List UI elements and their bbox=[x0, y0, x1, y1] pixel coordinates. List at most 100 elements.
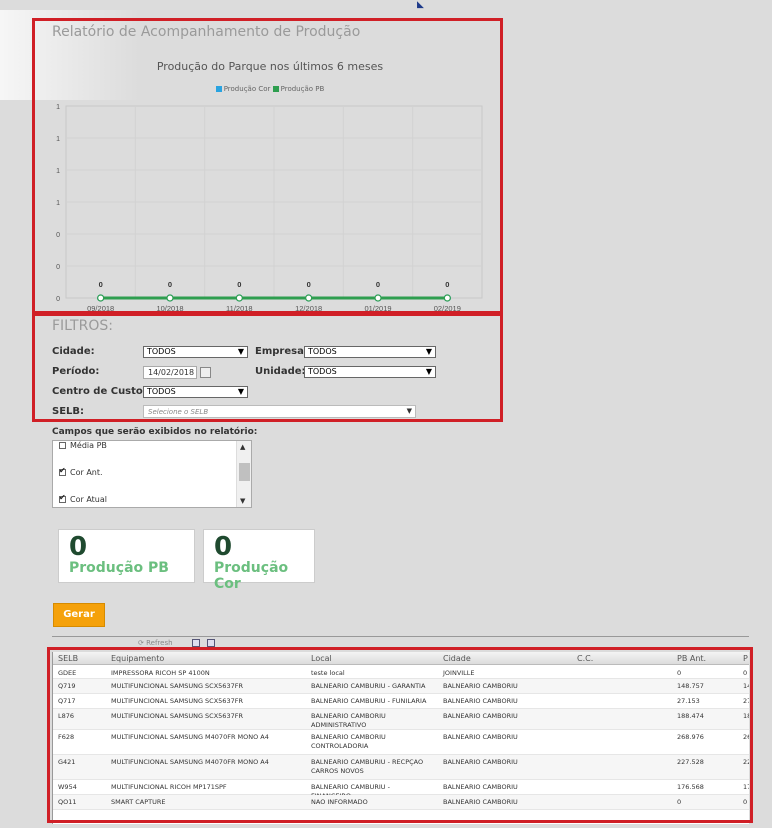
table-cell: 188.474 bbox=[677, 712, 704, 720]
table-row[interactable]: G421 MULTIFUNCIONAL SAMSUNG M4070FR MONO … bbox=[53, 755, 749, 780]
export-word-icon[interactable] bbox=[207, 639, 215, 647]
col-pb-ant[interactable]: PB Ant. bbox=[677, 654, 706, 663]
campo-label: Cor Atual bbox=[70, 495, 107, 504]
checkbox[interactable] bbox=[59, 466, 66, 476]
centro-custo-select-value: TODOS bbox=[147, 387, 176, 396]
producao-pb-label: Produção PB bbox=[69, 560, 169, 576]
unidade-select[interactable]: TODOS ▼ bbox=[304, 366, 436, 378]
unidade-select-value: TODOS bbox=[308, 367, 337, 376]
y-tick-label: 1 bbox=[56, 200, 60, 207]
report-title: Relatório de Acompanhamento de Produção bbox=[52, 24, 361, 40]
refresh-label: Refresh bbox=[146, 639, 173, 647]
y-tick-label: 0 bbox=[56, 296, 60, 303]
centro-custo-select[interactable]: TODOS ▼ bbox=[143, 386, 248, 398]
campo-cor-ant[interactable]: Cor Ant. bbox=[59, 466, 103, 477]
empresa-select[interactable]: TODOS ▼ bbox=[304, 346, 436, 358]
scroll-down-icon[interactable]: ▼ bbox=[240, 497, 245, 505]
checkbox[interactable] bbox=[59, 493, 66, 503]
data-point-pb bbox=[97, 294, 105, 302]
scroll-up-icon[interactable]: ▲ bbox=[240, 443, 245, 451]
filters-title: FILTROS: bbox=[52, 318, 113, 334]
campos-scrollbar[interactable]: ▲ ▼ bbox=[236, 441, 251, 507]
data-label: 0 bbox=[237, 280, 241, 289]
campos-list[interactable]: Média PB Cor Ant. Cor Atual ▲ ▼ bbox=[52, 440, 252, 508]
table-row[interactable]: F628 MULTIFUNCIONAL SAMSUNG M4070FR MONO … bbox=[53, 730, 749, 755]
col-local[interactable]: Local bbox=[311, 654, 332, 663]
col-cidade[interactable]: Cidade bbox=[443, 654, 471, 663]
selb-select[interactable]: Selecione o SELB ▼ bbox=[143, 405, 416, 418]
table-row[interactable]: Q717 MULTIFUNCIONAL SAMSUNG SCX5637FR BALN… bbox=[53, 694, 749, 709]
table-cell: 0 bbox=[677, 798, 682, 806]
table-cell: 27 bbox=[743, 697, 749, 705]
legend-label-cor: Produção Cor bbox=[223, 85, 271, 93]
campo-cor-atual[interactable]: Cor Atual bbox=[59, 493, 107, 504]
legend-label-pb: Produção PB bbox=[280, 85, 325, 93]
gerar-button[interactable]: Gerar bbox=[53, 603, 105, 627]
x-tick-label: 12/2018 bbox=[295, 304, 322, 313]
table-cell: BALNEARIO CAMBORIU bbox=[443, 758, 518, 766]
table-row[interactable]: Q719 MULTIFUNCIONAL SAMSUNG SCX5637FR BALN… bbox=[53, 679, 749, 694]
table-cell: 27.153 bbox=[677, 697, 700, 705]
table-cell: L876 bbox=[58, 712, 75, 720]
selb-placeholder: Selecione o SELB bbox=[148, 408, 209, 416]
table-row[interactable]: L876 MULTIFUNCIONAL SAMSUNG SCX5637FR BALN… bbox=[53, 709, 749, 730]
table-cell: G421 bbox=[58, 758, 76, 766]
col-cc[interactable]: C.C. bbox=[577, 654, 593, 663]
x-tick-label: 09/2018 bbox=[87, 304, 114, 313]
legend-item-pb[interactable]: Produção PB bbox=[272, 85, 325, 93]
export-excel-icon[interactable] bbox=[192, 639, 200, 647]
col-selb[interactable]: SELB bbox=[58, 654, 78, 663]
campo-media-pb[interactable]: Média PB bbox=[59, 441, 107, 450]
table-cell: 176.568 bbox=[677, 783, 704, 791]
scroll-thumb[interactable] bbox=[239, 463, 250, 481]
table-cell: 0 bbox=[743, 669, 748, 677]
producao-cor-label: Produção Cor bbox=[214, 560, 289, 592]
table-cell: QO11 bbox=[58, 798, 77, 806]
periodo-label: Período: bbox=[52, 366, 100, 377]
chevron-down-icon: ▼ bbox=[237, 347, 244, 356]
production-line-chart: 1 1 1 1 0 0 0 09/2018 10/2018 11/2018 12/2018 01/20… bbox=[56, 104, 483, 313]
table-cell: GDEE bbox=[58, 669, 77, 677]
table-cell: 22 bbox=[743, 758, 749, 766]
cidade-select[interactable]: TODOS ▼ bbox=[143, 346, 248, 358]
calendar-icon[interactable] bbox=[200, 367, 211, 378]
refresh-button[interactable]: ⟳ Refresh bbox=[138, 639, 173, 647]
col-equipamento[interactable]: Equipamento bbox=[111, 654, 164, 663]
campos-title: Campos que serão exibidos no relatório: bbox=[52, 427, 258, 437]
legend-swatch-pb bbox=[272, 86, 279, 92]
campo-label: Média PB bbox=[70, 441, 107, 450]
production-table: SELB Equipamento Local Cidade C.C. PB An… bbox=[52, 652, 749, 824]
x-tick-label: 02/2019 bbox=[434, 304, 461, 313]
col-pb-atual[interactable]: P bbox=[743, 654, 748, 663]
table-row[interactable]: W954 MULTIFUNCIONAL RICOH MP171SPF BALNEAR… bbox=[53, 780, 749, 800]
empresa-label: Empresa: bbox=[255, 346, 308, 357]
logo-icon: ◣ bbox=[417, 0, 424, 10]
table-row[interactable]: GDEE IMPRESSORA RICOH SP 4100N teste local… bbox=[53, 666, 749, 679]
table-cell: IMPRESSORA RICOH SP 4100N bbox=[111, 669, 210, 677]
table-cell: BALNEARIO CAMBORIU CONTROLADORIA bbox=[311, 733, 386, 750]
table-cell: Q719 bbox=[58, 682, 76, 690]
table-row[interactable]: QO11 SMART CAPTURE NAO INFORMADO BALNEARIO … bbox=[53, 795, 749, 810]
table-cell: MULTIFUNCIONAL SAMSUNG SCX5637FR bbox=[111, 682, 243, 690]
refresh-icon: ⟳ bbox=[138, 639, 144, 647]
table-cell: 0 bbox=[743, 798, 748, 806]
grid-toolbar: ⟳ Refresh bbox=[52, 636, 749, 648]
producao-pb-value: 0 bbox=[69, 532, 88, 562]
chevron-down-icon: ▼ bbox=[237, 387, 244, 396]
producao-cor-card: 0 Produção Cor bbox=[203, 529, 315, 592]
legend-item-cor[interactable]: Produção Cor bbox=[215, 85, 271, 93]
producao-pb-card: 0 Produção PB bbox=[58, 529, 195, 583]
table-cell: F628 bbox=[58, 733, 75, 741]
table-cell: MULTIFUNCIONAL RICOH MP171SPF bbox=[111, 783, 227, 791]
table-cell: BALNEARIO CAMBORIU bbox=[443, 712, 518, 720]
table-cell: BALNEARIO CAMBURIU - FUNILARIA bbox=[311, 697, 427, 705]
data-label: 0 bbox=[376, 280, 380, 289]
data-label: 0 bbox=[445, 280, 449, 289]
chart-title: Produção do Parque nos últimos 6 meses bbox=[156, 60, 384, 73]
x-tick-label: 10/2018 bbox=[156, 304, 183, 313]
periodo-date-input[interactable]: 14/02/2018 bbox=[143, 366, 197, 379]
table-cell: MULTIFUNCIONAL SAMSUNG SCX5637FR bbox=[111, 712, 243, 720]
table-cell: 18 bbox=[743, 712, 749, 720]
centro-custo-label: Centro de Custo: bbox=[52, 386, 147, 397]
checkbox[interactable] bbox=[59, 442, 66, 449]
